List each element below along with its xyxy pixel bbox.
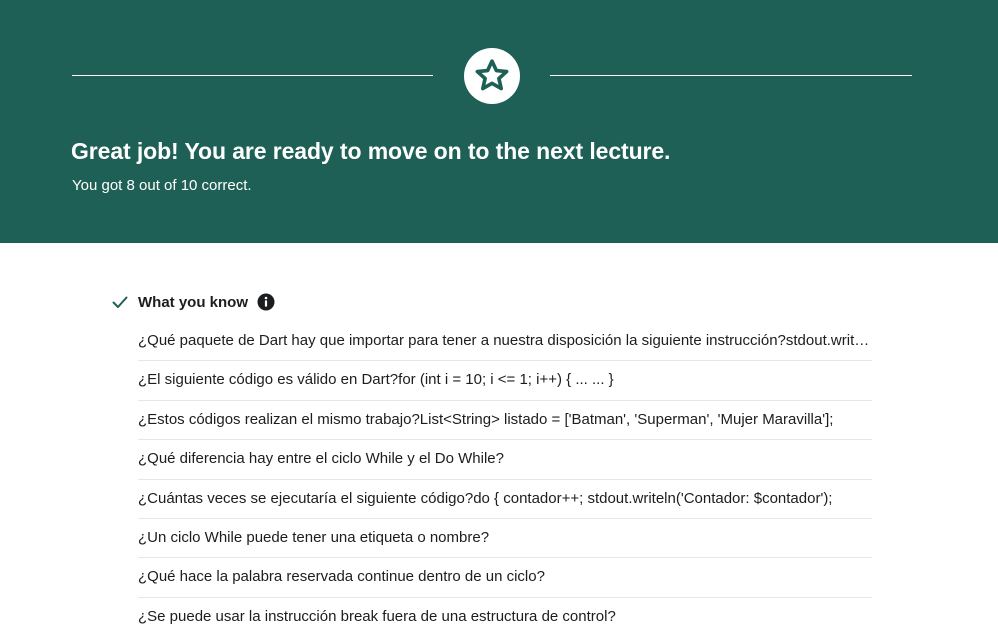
star-icon	[475, 59, 509, 91]
result-banner: Great job! You are ready to move on to t…	[0, 0, 998, 243]
list-item: ¿Estos códigos realizan el mismo trabajo…	[138, 401, 872, 441]
star-badge	[464, 48, 520, 104]
list-item: ¿El siguiente código es válido en Dart?f…	[138, 361, 872, 401]
info-icon[interactable]	[257, 293, 275, 311]
list-item: ¿Qué hace la palabra reservada continue …	[138, 558, 872, 598]
known-questions-list: ¿Qué paquete de Dart hay que importar pa…	[138, 322, 872, 637]
score-summary: You got 8 out of 10 correct.	[72, 177, 252, 194]
list-item: ¿Qué diferencia hay entre el ciclo While…	[138, 440, 872, 480]
divider-right	[550, 75, 912, 76]
checkmark-icon	[111, 293, 129, 311]
result-title: Great job! You are ready to move on to t…	[71, 138, 671, 164]
list-item: ¿Un ciclo While puede tener una etiqueta…	[138, 519, 872, 559]
list-item: ¿Se puede usar la instrucción break fuer…	[138, 607, 616, 625]
list-item: ¿Qué paquete de Dart hay que importar pa…	[138, 322, 872, 362]
list-item: ¿Cuántas veces se ejecutaría el siguient…	[138, 480, 872, 519]
divider-left	[72, 75, 433, 76]
what-you-know-header: What you know	[111, 291, 275, 313]
section-title: What you know	[138, 293, 248, 311]
